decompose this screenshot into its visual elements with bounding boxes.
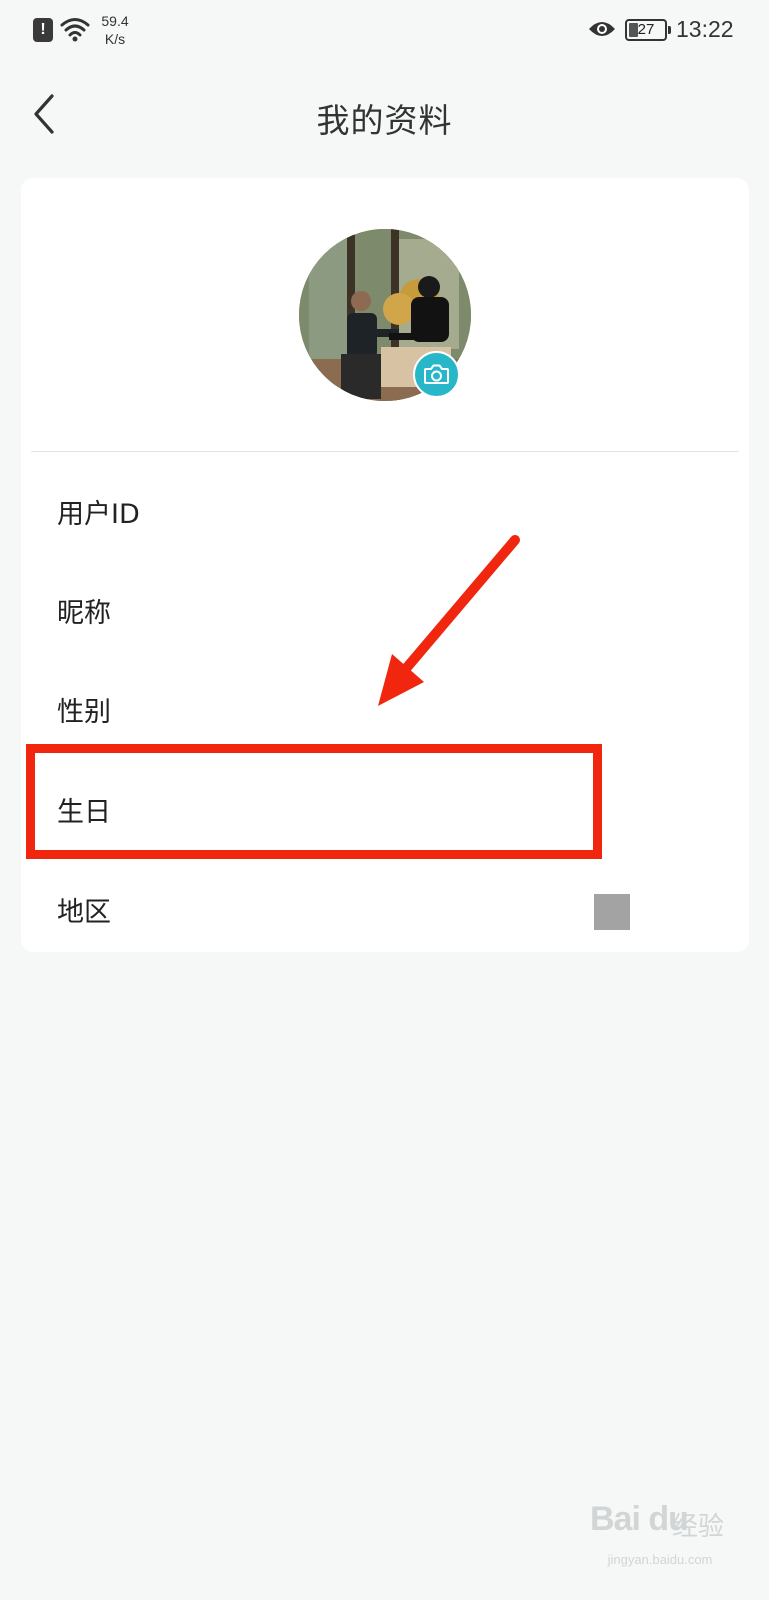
page-title: 我的资料: [316, 101, 453, 140]
battery-icon: 27: [625, 19, 671, 41]
net-speed-unit: K/s: [104, 31, 126, 47]
watermark-cn: 经验: [672, 1512, 725, 1542]
region-value-placeholder: [594, 894, 630, 930]
row-label: 用户ID: [57, 499, 140, 530]
watermark-url: jingyan.baidu.com: [607, 1552, 713, 1567]
wifi-icon: [60, 18, 90, 42]
header: 我的资料: [0, 72, 769, 158]
avatar-button[interactable]: [299, 229, 471, 401]
highlight-box: [26, 744, 602, 859]
camera-icon: [424, 364, 449, 384]
row-gender[interactable]: 性别: [21, 658, 749, 758]
row-region[interactable]: 地区: [21, 858, 749, 958]
profile-page: ! 59.4 K/s 27 13:22 我的资料 用户ID 昵称 性别 生日 地…: [0, 0, 769, 1600]
net-speed-value: 59.4: [101, 13, 129, 29]
battery-level: 27: [637, 21, 655, 38]
row-label: 昵称: [57, 598, 111, 629]
row-nickname[interactable]: 昵称: [21, 559, 749, 659]
divider: [31, 451, 739, 452]
row-user-id[interactable]: 用户ID: [21, 460, 749, 560]
camera-badge[interactable]: [413, 351, 460, 398]
row-label: 地区: [57, 897, 111, 928]
eye-icon: [589, 22, 615, 36]
alert-icon: !: [33, 18, 53, 42]
status-bar: ! 59.4 K/s 27 13:22: [0, 0, 769, 62]
status-time: 13:22: [676, 16, 734, 42]
row-label: 性别: [57, 697, 111, 728]
net-speed: 59.4 K/s: [95, 12, 135, 48]
watermark: Bai du 经验 jingyan.baidu.com: [590, 1492, 740, 1572]
